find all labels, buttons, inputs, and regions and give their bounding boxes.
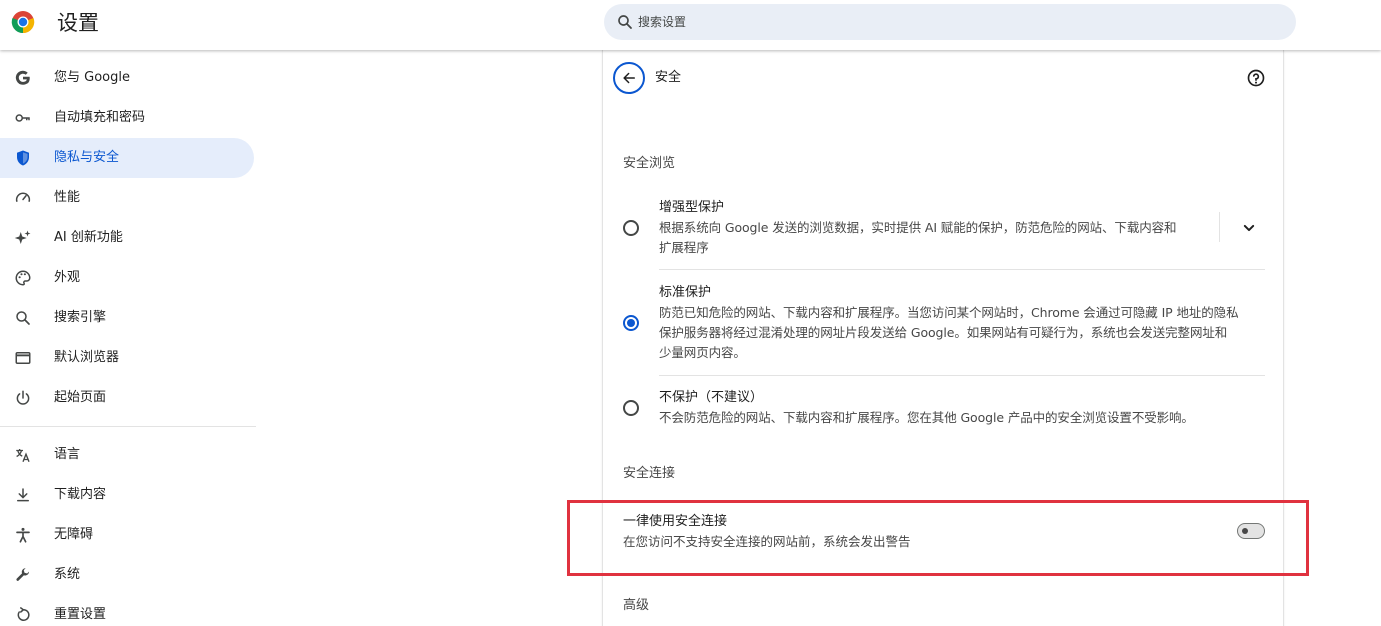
sidebar-item-label: 语言 (54, 447, 81, 462)
arrow-back-icon (623, 72, 635, 84)
sidebar-item-languages[interactable]: 语言 (0, 435, 254, 475)
toggle-knob (1242, 528, 1248, 534)
chevron-down-icon[interactable] (1239, 218, 1259, 238)
power-icon (16, 390, 30, 405)
standard-protection-desc: 防范已知危险的网站、下载内容和扩展程序。当您访问某个网站时，Chrome 会通过… (659, 305, 1239, 320)
option-divider (659, 269, 1265, 270)
always-secure-toggle[interactable] (1237, 523, 1265, 539)
key-icon (15, 114, 30, 122)
header: 设置 (0, 0, 1381, 50)
sidebar-item-you-and-google[interactable]: 您与 Google (0, 58, 254, 98)
sidebar-item-label: 默认浏览器 (54, 350, 120, 365)
google-icon (15, 70, 30, 85)
sidebar-item-label: 您与 Google (54, 70, 130, 85)
expand-separator (1219, 212, 1220, 242)
wrench-icon (16, 568, 30, 581)
security-settings-card: 安全 安全浏览 增强型保护 根据系统向 Google 发送的浏览数据，实时提供 … (602, 50, 1284, 626)
sidebar-item-label: 重置设置 (54, 607, 107, 622)
shield-icon (17, 150, 29, 166)
page-title: 安全 (655, 70, 682, 85)
advanced-heading: 高级 (623, 598, 650, 613)
sidebar-divider (0, 426, 256, 427)
back-button[interactable] (613, 62, 645, 94)
enhanced-protection-title: 增强型保护 (659, 200, 725, 215)
sidebar-item-label: 无障碍 (54, 527, 94, 542)
sidebar-item-ai[interactable]: AI 创新功能 (0, 218, 254, 258)
sidebar-item-performance[interactable]: 性能 (0, 178, 254, 218)
speedometer-icon (15, 192, 31, 203)
enhanced-protection-radio[interactable] (623, 220, 639, 236)
search-input[interactable] (638, 4, 1238, 40)
chrome-logo-icon (11, 11, 35, 34)
no-protection-title: 不保护（不建议） (659, 390, 764, 405)
sidebar-item-label: 起始页面 (54, 390, 107, 405)
translate-icon (16, 449, 30, 463)
sidebar-item-system[interactable]: 系统 (0, 555, 254, 595)
download-icon (17, 488, 29, 502)
sidebar-item-appearance[interactable]: 外观 (0, 258, 254, 298)
sidebar-item-default-browser[interactable]: 默认浏览器 (0, 338, 254, 378)
enhanced-protection-desc: 根据系统向 Google 发送的浏览数据，实时提供 AI 赋能的保护，防范危险的… (659, 220, 1177, 235)
sidebar-item-on-startup[interactable]: 起始页面 (0, 378, 254, 418)
accessibility-icon (16, 527, 30, 543)
standard-protection-desc: 保护服务器将经过混淆处理的网址片段发送给 Google。如果网站有可疑行为，系统… (659, 325, 1228, 340)
no-protection-radio[interactable] (623, 400, 639, 416)
search-icon (16, 311, 30, 325)
sidebar-item-privacy-security[interactable]: 隐私与安全 (0, 138, 254, 178)
sidebar-item-search-engine[interactable]: 搜索引擎 (0, 298, 254, 338)
option-divider (659, 375, 1265, 376)
sidebar-item-autofill[interactable]: 自动填充和密码 (0, 98, 254, 138)
enhanced-protection-desc: 扩展程序 (659, 240, 709, 255)
safe-browsing-heading: 安全浏览 (623, 156, 676, 171)
sidebar-item-label: 性能 (54, 190, 81, 205)
sidebar-item-label: 外观 (54, 270, 81, 285)
help-icon[interactable] (1246, 68, 1266, 88)
standard-protection-desc: 少量网页内容。 (659, 345, 746, 360)
sparkle-icon (14, 230, 31, 244)
palette-icon (15, 270, 31, 286)
search-box[interactable] (604, 4, 1296, 40)
sidebar-item-accessibility[interactable]: 无障碍 (0, 515, 254, 555)
always-secure-title: 一律使用安全连接 (623, 514, 728, 529)
standard-protection-radio[interactable] (623, 315, 639, 331)
sidebar-item-label: 自动填充和密码 (54, 110, 146, 125)
browser-window-icon (15, 352, 31, 364)
reset-icon (17, 607, 30, 621)
app-title: 设置 (57, 11, 99, 35)
standard-protection-title: 标准保护 (659, 285, 712, 300)
no-protection-desc: 不会防范危险的网站、下载内容和扩展程序。您在其他 Google 产品中的安全浏览… (659, 410, 1194, 425)
sidebar-item-label: AI 创新功能 (54, 230, 123, 245)
sidebar-item-label: 系统 (54, 567, 81, 582)
search-icon (618, 15, 632, 29)
sidebar-item-label: 搜索引擎 (54, 310, 107, 325)
sidebar-item-reset[interactable]: 重置设置 (0, 595, 254, 626)
always-secure-desc: 在您访问不支持安全连接的网站前，系统会发出警告 (623, 534, 911, 549)
sidebar-item-downloads[interactable]: 下载内容 (0, 475, 254, 515)
sidebar-item-label: 下载内容 (54, 487, 107, 502)
sidebar-item-label: 隐私与安全 (54, 150, 120, 165)
secure-connections-heading: 安全连接 (623, 466, 676, 481)
